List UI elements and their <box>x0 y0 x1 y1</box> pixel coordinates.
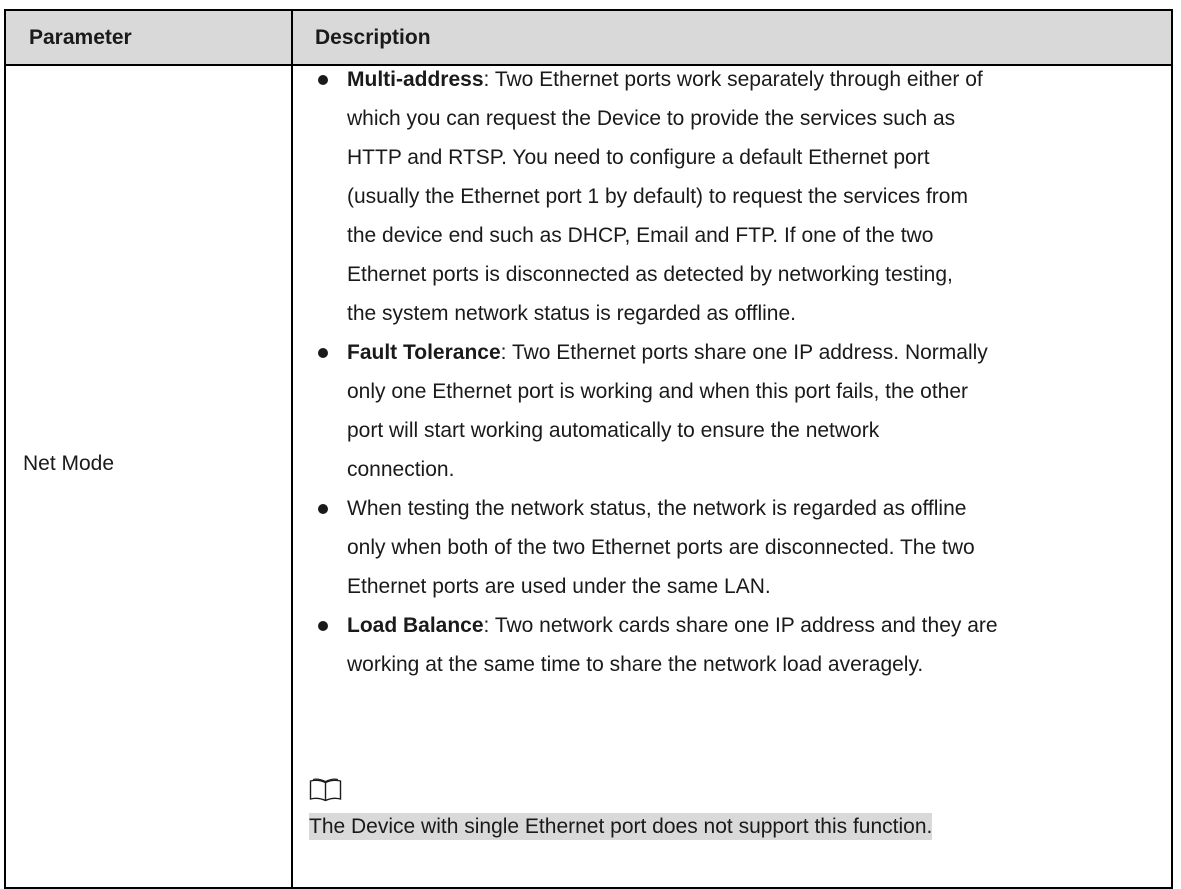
bullet-text: (usually the Ethernet port 1 by default)… <box>347 185 968 208</box>
note-text: The Device with single Ethernet port doe… <box>309 813 933 840</box>
bullet-load-balance: Load Balance: Two network cards share on… <box>309 606 1154 684</box>
bullet-text: connection. <box>347 458 455 481</box>
bullet-title: Multi-address <box>347 68 484 91</box>
bullet-text: working at the same time to share the ne… <box>347 653 924 676</box>
description-cell: Multi-address: Two Ethernet ports work s… <box>309 60 1154 684</box>
bullet-text: : Two network cards share one IP address… <box>483 614 998 637</box>
bullet-text: : Two Ethernet ports share one IP addres… <box>500 341 988 364</box>
bullet-text: When testing the network status, the net… <box>347 497 967 520</box>
bullet-testing-status: When testing the network status, the net… <box>309 489 1154 606</box>
bullet-text: : Two Ethernet ports work separately thr… <box>483 68 983 91</box>
bullet-fault-tolerance: Fault Tolerance: Two Ethernet ports shar… <box>309 333 1154 489</box>
table-header: Parameter Description <box>6 11 1171 66</box>
bullet-dot-icon <box>318 75 328 85</box>
bullet-text: only one Ethernet port is working and wh… <box>347 380 969 403</box>
bullet-text: the system network status is regarded as… <box>347 302 796 325</box>
bullet-multi-address: Multi-address: Two Ethernet ports work s… <box>309 60 1154 333</box>
bullet-title: Fault Tolerance <box>347 341 501 364</box>
bullet-text: HTTP and RTSP. You need to configure a d… <box>347 146 930 169</box>
parameter-cell: Net Mode <box>23 452 115 475</box>
bullet-text: which you can request the Device to prov… <box>347 107 956 130</box>
bullet-text: only when both of the two Ethernet ports… <box>347 536 975 559</box>
book-icon <box>309 778 342 802</box>
note: The Device with single Ethernet port doe… <box>309 812 933 842</box>
bullet-title: Load Balance <box>347 614 484 637</box>
bullet-dot-icon <box>318 504 328 514</box>
header-parameter: Parameter <box>29 26 132 49</box>
bullet-text: Ethernet ports is disconnected as detect… <box>347 263 953 286</box>
header-description: Description <box>315 26 431 49</box>
column-divider <box>291 11 293 887</box>
bullet-dot-icon <box>318 621 328 631</box>
bullet-text: port will start working automatically to… <box>347 419 880 442</box>
bullet-text: Ethernet ports are used under the same L… <box>347 575 771 598</box>
bullet-text: the device end such as DHCP, Email and F… <box>347 224 934 247</box>
bullet-dot-icon <box>318 348 328 358</box>
